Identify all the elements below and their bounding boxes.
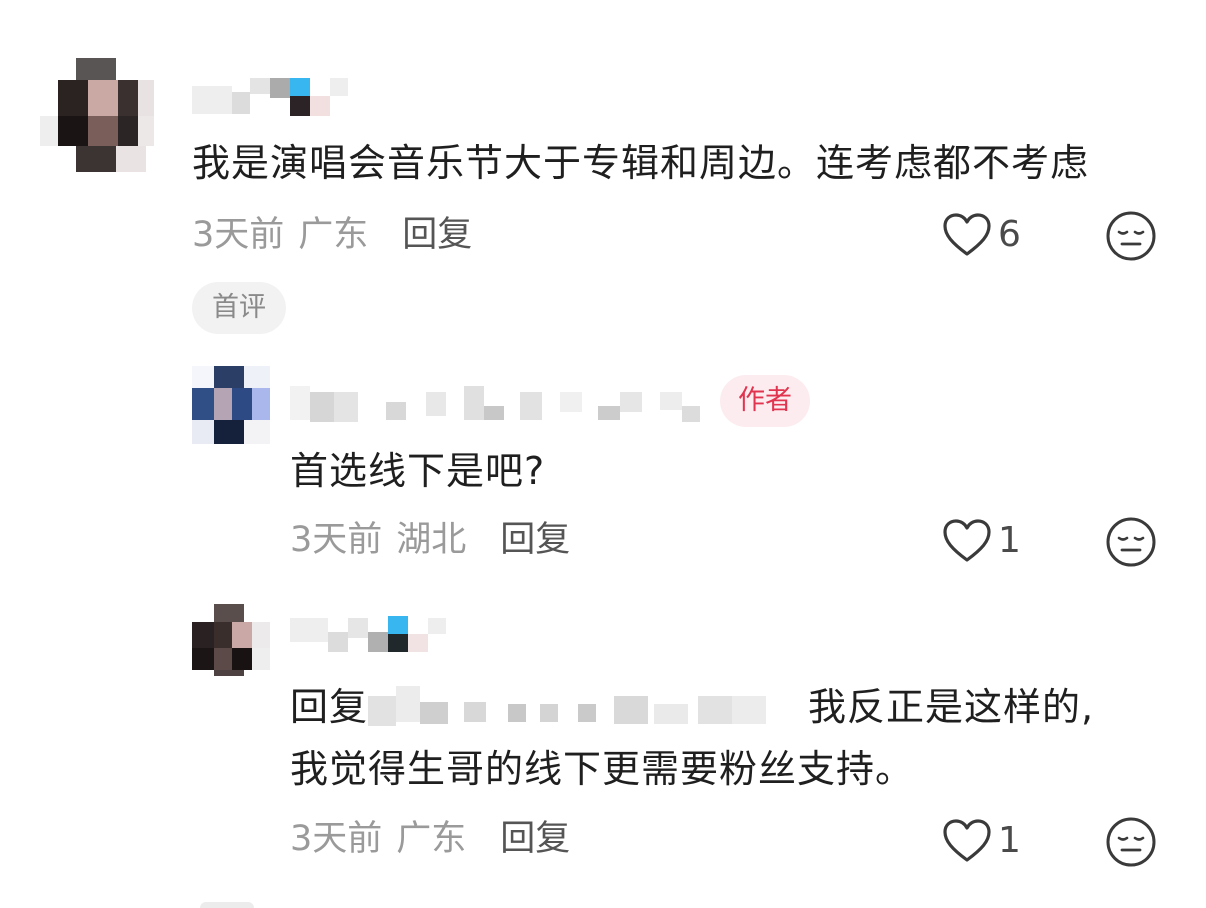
heart-icon [943, 213, 991, 256]
dislike-face-icon[interactable] [1105, 816, 1157, 868]
comment-text: 首选线下是吧? [290, 449, 546, 493]
comment-time: 3天前 [290, 520, 383, 560]
author-tag: 作者 [720, 375, 810, 427]
comment-list: 我是演唱会音乐节大于专辑和周边。连考虑都不考虑 3天前 广东 回复 6 首评 作… [0, 0, 1206, 908]
mentioned-user[interactable] [368, 682, 808, 738]
next-comment-avatar-partial [200, 902, 254, 908]
first-comment-badge: 首评 [192, 282, 286, 334]
comment-location: 广东 [298, 215, 369, 255]
username[interactable] [290, 612, 450, 668]
comment-text: 我是演唱会音乐节大于专辑和周边。连考虑都不考虑 [192, 141, 1090, 185]
reply-suffix: 我反正是这样的, [808, 685, 1095, 729]
comment-meta: 3天前 广东 回复 [290, 814, 570, 864]
like-count: 1 [998, 820, 1021, 861]
reply-button[interactable]: 回复 [500, 520, 570, 560]
username[interactable] [192, 70, 362, 126]
dislike-face-icon[interactable] [1105, 516, 1157, 568]
username[interactable] [290, 378, 710, 434]
comment-location: 广东 [396, 819, 467, 859]
comment-time: 3天前 [290, 819, 383, 859]
reply-button[interactable]: 回复 [500, 819, 570, 859]
like-button[interactable]: 6 [942, 210, 1021, 260]
like-button[interactable]: 1 [942, 816, 1021, 866]
comment-text: 回复 我反正是这样的, 我觉得生哥的线下更需要粉丝支持。 [290, 676, 1190, 800]
reply-prefix: 回复 [290, 685, 369, 729]
reply-line-2: 我觉得生哥的线下更需要粉丝支持。 [290, 747, 915, 791]
reply-button[interactable]: 回复 [402, 215, 472, 255]
heart-icon [943, 819, 991, 862]
dislike-face-icon[interactable] [1105, 210, 1157, 262]
like-count: 6 [998, 214, 1021, 255]
comment-meta: 3天前 广东 回复 [192, 210, 472, 260]
avatar[interactable] [192, 366, 270, 444]
like-count: 1 [998, 520, 1021, 561]
avatar[interactable] [40, 58, 158, 176]
comment-meta: 3天前 湖北 回复 [290, 515, 570, 565]
avatar[interactable] [192, 604, 270, 676]
comment-location: 湖北 [396, 520, 467, 560]
like-button[interactable]: 1 [942, 516, 1021, 566]
heart-icon [943, 519, 991, 562]
comment-time: 3天前 [192, 215, 285, 255]
